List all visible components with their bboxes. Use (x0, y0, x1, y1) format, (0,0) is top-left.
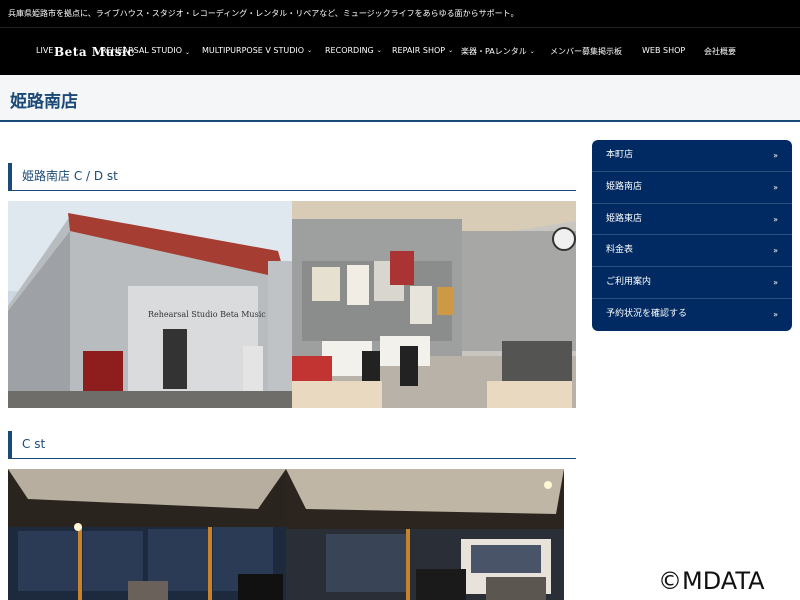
chevron-down-icon: ⌄ (185, 49, 191, 56)
main-nav: LIVE Beta Music REHEARSAL STUDIO ⌄ MULTIP… (0, 28, 800, 75)
studio-lobby-photo (292, 201, 576, 408)
copyright-watermark: ©MDATA (658, 567, 765, 595)
double-chevron-right-icon: » (773, 278, 778, 288)
nav-item-recording[interactable]: RECORDING ⌄ (325, 46, 382, 55)
double-chevron-right-icon: » (773, 151, 778, 160)
double-chevron-right-icon: » (773, 246, 778, 256)
section-heading-cd-st: 姫路南店 C / D st (8, 163, 576, 191)
page-title: 姫路南店 (10, 92, 78, 112)
site-tagline: 兵庫県姫路市を拠点に、ライブハウス・スタジオ・レコーディング・レンタル・リペアな… (8, 9, 519, 18)
sidebar-item-reservation-status[interactable]: 予約状況を確認する» (592, 299, 792, 331)
nav-item-rehearsal-studio[interactable]: REHEARSAL STUDIO ⌄ (102, 46, 190, 57)
top-tagline-bar: 兵庫県姫路市を拠点に、ライブハウス・スタジオ・レコーディング・レンタル・リペアな… (0, 0, 800, 28)
chevron-down-icon: ⌄ (307, 47, 313, 54)
double-chevron-right-icon: » (773, 309, 778, 319)
building-sign-text: Rehearsal Studio Beta Music (148, 310, 266, 319)
page-title-band: 姫路南店 (0, 75, 800, 122)
double-chevron-right-icon: » (773, 182, 778, 192)
nav-item-web-shop[interactable]: WEB SHOP (642, 46, 685, 55)
nav-item-repair-shop[interactable]: REPAIR SHOP ⌄ (392, 46, 453, 55)
sidebar-item-honmachi[interactable]: 本町店» (592, 140, 792, 172)
nav-item-multipurpose-studio[interactable]: MULTIPURPOSE V STUDIO ⌄ (202, 46, 312, 55)
double-chevron-right-icon: » (773, 214, 778, 224)
sidebar-item-himeji-minami[interactable]: 姫路南店» (592, 172, 792, 204)
studio-c-room-photo-left (8, 469, 286, 600)
studio-c-room-photo-right (286, 469, 564, 600)
sidebar-menu: 本町店» 姫路南店» 姫路東店» 料金表» ご利用案内» 予約状況を確認する» (592, 140, 792, 331)
nav-item-rental[interactable]: 楽器・PAレンタル ⌄ (461, 46, 535, 57)
nav-item-live[interactable]: LIVE (36, 46, 53, 55)
sidebar-item-himeji-higashi[interactable]: 姫路東店» (592, 204, 792, 236)
chevron-down-icon: ⌄ (376, 47, 382, 54)
chevron-down-icon: ⌄ (529, 48, 535, 55)
sidebar-item-usage-guide[interactable]: ご利用案内» (592, 267, 792, 299)
nav-item-member-board[interactable]: メンバー募集掲示板 (550, 46, 622, 57)
nav-item-company[interactable]: 会社概要 (704, 46, 736, 57)
sidebar-item-price-list[interactable]: 料金表» (592, 235, 792, 268)
section-heading-c-st: C st (8, 431, 576, 459)
studio-exterior-photo: Rehearsal Studio Beta Music (8, 201, 292, 408)
chevron-down-icon: ⌄ (448, 47, 454, 54)
